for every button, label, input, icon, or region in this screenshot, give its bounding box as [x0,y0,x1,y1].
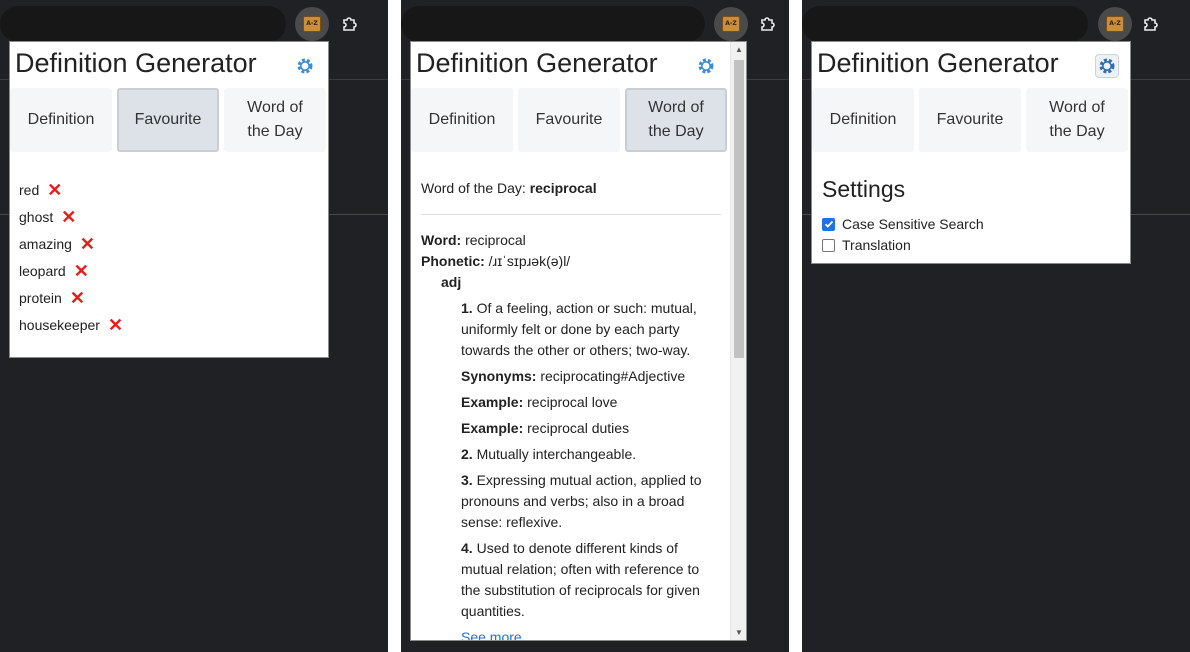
tab-favourite[interactable]: Favourite [919,88,1021,152]
dictionary-icon: A-Z [1106,16,1124,32]
sense-item: 4. Used to denote different kinds of mut… [461,540,700,619]
sense-item: 1. Of a feeling, action or such: mutual,… [461,300,697,358]
app-title: Definition Generator [15,48,257,78]
puzzle-icon [343,17,357,31]
remove-icon[interactable]: ✕ [108,316,123,334]
tab-bar: Definition Favourite Word of the Day [10,88,326,152]
scrollbar[interactable]: ▲ ▼ [730,42,746,640]
favourite-list: red ✕ ghost ✕ amazing ✕ leopard ✕ protein ✕ h… [19,176,123,338]
sense-item: 3. Expressing mutual action, applied to … [461,472,702,530]
gear-icon [297,58,313,74]
remove-icon[interactable]: ✕ [74,262,89,280]
puzzle-icon [761,17,775,31]
tab-definition[interactable]: Definition [812,88,914,152]
tab-word-of-the-day[interactable]: Word of the Day [224,88,326,152]
example-item: Example: reciprocal duties [461,420,630,436]
tab-word-of-the-day[interactable]: Word of the Day [1026,88,1128,152]
tab-definition[interactable]: Definition [411,88,513,152]
extension-button[interactable]: A-Z [714,7,748,41]
word-row: Word: reciprocal [421,232,526,248]
app-title: Definition Generator [416,48,658,78]
sense-item: 2. Mutually interchangeable. [461,446,637,462]
phonetic-row: Phonetic: /ɹɪˈsɪpɹək(ə)l/ [421,253,571,269]
list-item[interactable]: protein ✕ [19,284,123,311]
definition-content: Word: reciprocal Phonetic: /ɹɪˈsɪpɹək(ə)… [421,232,726,640]
setting-translation[interactable]: Translation [822,237,911,253]
extension-popup: Definition Generator Definition Favourit… [9,41,329,358]
tab-favourite[interactable]: Favourite [518,88,620,152]
browser-window-word-of-the-day: A-Z Definition Generator Definition Favo… [401,0,789,652]
address-bar[interactable] [802,6,1088,42]
address-bar[interactable] [401,6,705,42]
extension-button[interactable]: A-Z [1098,7,1132,41]
extensions-menu-button[interactable] [751,7,785,41]
settings-button[interactable] [694,54,718,78]
browser-window-settings: A-Z Definition Generator Definition Favo… [802,0,1190,652]
divider [421,214,721,215]
tab-definition[interactable]: Definition [10,88,112,152]
sense-list: 1. Of a feeling, action or such: mutual,… [461,298,721,640]
check-icon [824,220,833,228]
settings-button[interactable] [1095,54,1119,78]
settings-title: Settings [822,176,906,202]
example-item: Example: reciprocal love [461,394,618,410]
tab-word-of-the-day[interactable]: Word of the Day [625,88,727,152]
extensions-menu-button[interactable] [333,7,367,41]
synonyms-item: Synonyms: reciprocating#Adjective [461,368,686,384]
extension-popup: Definition Generator Definition Favourit… [410,41,747,641]
scroll-up-arrow-icon[interactable]: ▲ [735,45,743,54]
extension-button[interactable]: A-Z [295,7,329,41]
see-more-link[interactable]: See more [461,627,721,640]
checkbox-unchecked[interactable] [822,238,835,252]
remove-icon[interactable]: ✕ [70,289,85,307]
extensions-menu-button[interactable] [1134,7,1168,41]
checkbox-checked[interactable] [822,217,835,231]
remove-icon[interactable]: ✕ [80,235,95,253]
settings-button[interactable] [293,54,317,78]
remove-icon[interactable]: ✕ [47,181,62,199]
dictionary-icon: A-Z [303,16,321,32]
list-item[interactable]: ghost ✕ [19,203,123,230]
gear-icon [1099,58,1115,74]
tab-favourite[interactable]: Favourite [117,88,219,152]
tab-bar: Definition Favourite Word of the Day [812,88,1128,152]
puzzle-icon [1144,17,1158,31]
gear-icon [698,58,714,74]
setting-case-sensitive[interactable]: Case Sensitive Search [822,216,984,232]
browser-window-favourite: A-Z Definition Generator Definition Favo… [0,0,388,652]
address-bar[interactable] [0,6,286,42]
list-item[interactable]: red ✕ [19,176,123,203]
list-item[interactable]: leopard ✕ [19,257,123,284]
tab-bar: Definition Favourite Word of the Day [411,88,727,152]
word-of-the-day-heading: Word of the Day: reciprocal [421,180,597,196]
list-item[interactable]: housekeeper ✕ [19,311,123,338]
part-of-speech: adj [441,274,462,290]
extension-popup: Definition Generator Definition Favourit… [811,41,1131,264]
scroll-down-arrow-icon[interactable]: ▼ [735,628,743,637]
list-item[interactable]: amazing ✕ [19,230,123,257]
app-title: Definition Generator [817,48,1059,78]
scrollbar-thumb[interactable] [734,60,744,358]
dictionary-icon: A-Z [722,16,740,32]
remove-icon[interactable]: ✕ [61,208,76,226]
